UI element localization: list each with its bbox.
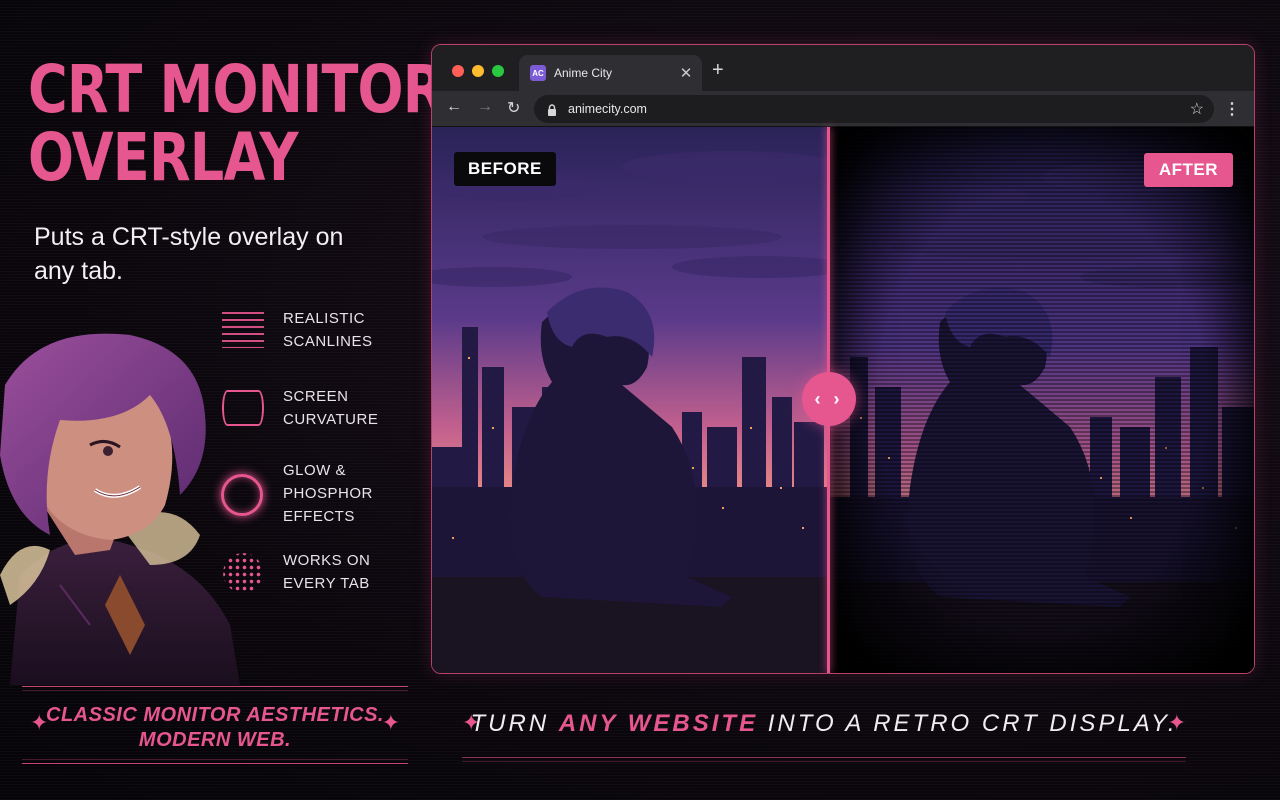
feature-label: GLOW & PHOSPHOR EFFECTS xyxy=(283,462,373,525)
browser-window: AC Anime City ✕ + ← → ↻ animecity.com ☆ … xyxy=(431,44,1255,674)
headline-line-2: OVERLAY xyxy=(28,119,299,196)
favicon-icon: AC xyxy=(530,65,546,81)
kebab-menu-icon[interactable]: ⋮ xyxy=(1224,99,1240,119)
tab-title: Anime City xyxy=(554,66,613,80)
page-viewport: BEFORE AFTER ‹ › xyxy=(432,127,1254,673)
after-label: AFTER xyxy=(1143,153,1233,187)
feature-curvature: SCREEN CURVATURE xyxy=(218,384,378,432)
tab-strip: AC Anime City ✕ + xyxy=(432,45,1254,91)
feature-every-tab: WORKS ON EVERY TAB xyxy=(218,548,370,596)
comparison-slider-handle[interactable]: ‹ › xyxy=(802,372,856,426)
back-arrow-icon[interactable]: ← xyxy=(446,98,462,116)
before-pane: BEFORE xyxy=(432,127,828,673)
bookmark-star-icon[interactable]: ☆ xyxy=(1190,99,1204,119)
dot-pattern-icon xyxy=(218,548,266,596)
curvature-icon xyxy=(218,384,266,432)
minimize-window-button[interactable] xyxy=(472,65,484,77)
crt-curvature-shadow xyxy=(830,127,1254,673)
promo-panel: CRT MONITOR OVERLAY Puts a CRT-style ove… xyxy=(0,0,444,800)
feature-glow: GLOW & PHOSPHOR EFFECTS xyxy=(218,459,373,528)
tagline: CLASSIC MONITOR AESTHETICS. MODERN WEB. xyxy=(22,703,408,753)
feature-label: SCREEN CURVATURE xyxy=(283,388,379,428)
caption-accent: ANY WEBSITE xyxy=(558,710,759,737)
caption-box: ✦ ✦ TURN ANY WEBSITE INTO A RETRO CRT DI… xyxy=(462,692,1186,762)
headline: CRT MONITOR OVERLAY xyxy=(28,56,444,192)
tagline-line-2: MODERN WEB. xyxy=(138,729,292,751)
forward-arrow-icon[interactable]: → xyxy=(477,98,493,116)
feature-label: WORKS ON EVERY TAB xyxy=(283,552,371,592)
glow-ring-icon xyxy=(218,470,266,518)
tagline-box: ✦ ✦ CLASSIC MONITOR AESTHETICS. MODERN W… xyxy=(22,686,408,764)
close-window-button[interactable] xyxy=(452,65,464,77)
headline-line-1: CRT MONITOR xyxy=(28,51,444,128)
character-illustration xyxy=(0,333,240,685)
caption-part-1: TURN xyxy=(470,710,559,737)
feature-label: REALISTIC SCANLINES xyxy=(283,310,373,350)
url-text: animecity.com xyxy=(568,102,647,116)
new-tab-button[interactable]: + xyxy=(712,59,724,82)
after-pane: AFTER xyxy=(830,127,1254,673)
browser-toolbar: ← → ↻ animecity.com ☆ ⋮ xyxy=(432,91,1254,127)
tab-anime-city[interactable]: AC Anime City ✕ xyxy=(519,55,702,91)
caption-part-2: INTO A RETRO CRT DISPLAY. xyxy=(758,710,1178,737)
lock-icon xyxy=(546,103,558,116)
before-scene-image xyxy=(432,127,828,673)
address-bar[interactable]: animecity.com ☆ xyxy=(534,95,1214,123)
caption: TURN ANY WEBSITE INTO A RETRO CRT DISPLA… xyxy=(462,710,1186,738)
subtitle: Puts a CRT-style overlay on any tab. xyxy=(34,223,344,285)
reload-icon[interactable]: ↻ xyxy=(507,98,520,118)
feature-scanlines: REALISTIC SCANLINES xyxy=(218,306,373,354)
before-label: BEFORE xyxy=(454,152,556,186)
tagline-line-1: CLASSIC MONITOR AESTHETICS. xyxy=(46,704,384,726)
zoom-window-button[interactable] xyxy=(492,65,504,77)
scanlines-icon xyxy=(218,306,266,354)
close-tab-icon[interactable]: ✕ xyxy=(676,64,696,82)
